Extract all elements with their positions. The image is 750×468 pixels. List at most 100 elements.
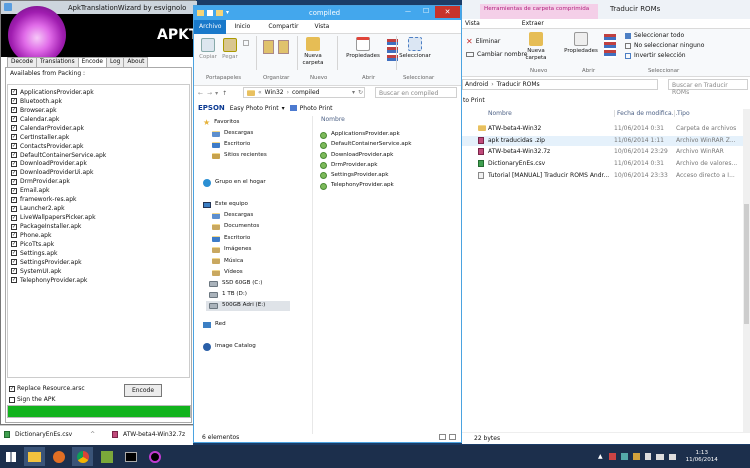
item-checkbox[interactable]: ✓	[11, 178, 17, 185]
list-item[interactable]: ✓ Calendar.apk	[11, 115, 189, 124]
file-row[interactable]: apk traducidas .zip 11/06/2014 1:11 Archiv…	[462, 135, 750, 146]
maximize-button[interactable]: ☐	[423, 7, 429, 15]
file-row[interactable]: ApplicationsProvider.apk	[320, 130, 458, 140]
item-checkbox[interactable]: ✓	[11, 196, 17, 203]
sign-option[interactable]: Sign the APK	[9, 396, 55, 403]
nav-image-catalog[interactable]: Image Catalog	[203, 342, 256, 352]
tab-compartir[interactable]: Compartir	[265, 23, 301, 30]
item-checkbox[interactable]: ✓	[11, 232, 17, 239]
list-item[interactable]: ✓ framework-res.apk	[11, 195, 189, 204]
sign-checkbox[interactable]	[9, 396, 15, 403]
file-row[interactable]: DictionaryEnEs.csv 11/06/2014 0:31 Archivo…	[462, 159, 750, 169]
quick-access-toolbar[interactable]: ▾	[197, 9, 229, 16]
file-row[interactable]: SettingsProvider.apk	[320, 171, 458, 181]
encode-button[interactable]: Encode	[124, 384, 162, 397]
chevron-down-icon[interactable]: ▾	[282, 105, 285, 112]
item-checkbox[interactable]: ✓	[11, 241, 17, 248]
nav-item-sitios-recientes[interactable]: Sitios recientes	[212, 151, 267, 161]
item-checkbox[interactable]: ✓	[11, 259, 17, 266]
address-bar[interactable]: « Win32 › compiled ▾ ↻	[243, 87, 365, 98]
nav-item-escritorio[interactable]: Escritorio	[212, 234, 250, 244]
list-item[interactable]: ✓ DrmProvider.apk	[11, 177, 189, 186]
item-checkbox[interactable]: ✓	[11, 143, 17, 150]
tray-arrow-icon[interactable]: ▲	[598, 453, 603, 460]
list-item[interactable]: ✓ TelephonyProvider.apk	[11, 276, 189, 285]
taskbar-android[interactable]	[96, 447, 117, 466]
file-row[interactable]: DownloadProvider.apk	[320, 150, 458, 160]
new-folder-button[interactable]: Nueva carpeta	[301, 37, 325, 67]
easy-photo-print-button[interactable]: Easy Photo Print	[230, 105, 279, 112]
item-checkbox[interactable]: ✓	[11, 187, 17, 194]
chevron-down-icon[interactable]: ▾	[352, 89, 355, 96]
chevron-up-icon[interactable]: ^	[90, 431, 95, 438]
tray-app-icon[interactable]	[608, 453, 616, 460]
list-item[interactable]: ✓ LiveWallpapersPicker.apk	[11, 213, 189, 222]
select-button[interactable]: Seleccionar	[399, 37, 431, 60]
item-checkbox[interactable]: ✓	[11, 98, 17, 105]
move-to-icon[interactable]	[263, 40, 274, 54]
col-name[interactable]: Nombre	[488, 110, 512, 117]
taskbar-chrome[interactable]	[72, 447, 93, 466]
item-checkbox[interactable]: ✓	[11, 125, 17, 132]
list-item[interactable]: ✓ SettingsProvider.apk	[11, 258, 189, 267]
nav-item-msica[interactable]: Música	[212, 257, 243, 267]
nav-drive[interactable]: 1 TB (D:)	[209, 290, 247, 300]
chevron-down-icon[interactable]: ▾	[215, 90, 218, 97]
tab-vista[interactable]: Vista	[462, 20, 483, 27]
nav-item-documentos[interactable]: Documentos	[212, 222, 259, 232]
download-item[interactable]: ATW-beta4-Win32.7z	[112, 431, 185, 438]
item-checkbox[interactable]: ✓	[11, 134, 17, 141]
search-input[interactable]: Buscar en Traducir ROMs	[668, 79, 748, 96]
scrollbar-thumb[interactable]	[744, 204, 749, 324]
col-name[interactable]: Nombre	[321, 116, 345, 123]
item-checkbox[interactable]: ✓	[11, 107, 17, 114]
tab-archivo[interactable]: Archivo	[194, 19, 227, 34]
taskbar-explorer[interactable]	[24, 447, 45, 466]
nav-homegroup[interactable]: Grupo en el hogar	[203, 178, 266, 188]
col-type[interactable]: Tipo	[674, 110, 690, 117]
list-item[interactable]: ✓ Email.apk	[11, 186, 189, 195]
tab-vista[interactable]: Vista	[311, 23, 332, 30]
refresh-icon[interactable]: ↻	[358, 89, 363, 96]
item-checkbox[interactable]: ✓	[11, 152, 17, 159]
list-item[interactable]: ✓ Browser.apk	[11, 106, 189, 115]
tab-log[interactable]: Log	[105, 57, 125, 67]
item-checkbox[interactable]: ✓	[11, 214, 17, 221]
nav-item-descargas[interactable]: Descargas	[212, 211, 253, 221]
back-icon[interactable]: ←	[198, 90, 203, 97]
nav-drive[interactable]: SSD 60GB (C:)	[209, 279, 262, 289]
list-item[interactable]: ✓ ContactsProvider.apk	[11, 142, 189, 151]
nav-item-vdeos[interactable]: Vídeos	[212, 268, 243, 278]
volume-icon[interactable]	[668, 453, 676, 460]
list-item[interactable]: ✓ CalendarProvider.apk	[11, 124, 189, 133]
up-icon[interactable]: ↑	[222, 90, 227, 97]
new-folder-button[interactable]: Nueva carpeta	[524, 32, 548, 62]
tab-decode[interactable]: Decode	[7, 57, 38, 67]
item-checkbox[interactable]: ✓	[11, 116, 17, 123]
tray-app-icon[interactable]	[620, 453, 628, 460]
tab-about[interactable]: About	[123, 57, 149, 67]
breadcrumb-win32[interactable]: Win32	[265, 89, 284, 96]
select-none-button[interactable]: No seleccionar ninguno	[625, 42, 704, 49]
large-icons-view-icon[interactable]	[449, 434, 456, 440]
list-item[interactable]: ✓ DefaultContainerService.apk	[11, 151, 189, 160]
list-item[interactable]: ✓ Phone.apk	[11, 231, 189, 240]
nav-this-pc[interactable]: Este equipo	[203, 200, 248, 210]
search-input[interactable]: Buscar en compiled	[375, 87, 457, 98]
item-checkbox[interactable]: ✓	[11, 205, 17, 212]
list-item[interactable]: ✓ ApplicationsProvider.apk	[11, 88, 189, 97]
network-icon[interactable]	[655, 453, 664, 460]
minimize-button[interactable]: —	[405, 8, 411, 15]
item-checkbox[interactable]: ✓	[11, 250, 17, 257]
list-item[interactable]: ✓ SystemUI.apk	[11, 267, 189, 276]
file-row[interactable]: ATW-beta4-Win32.7z 10/06/2014 23:29 Archiv…	[462, 147, 750, 157]
breadcrumb-compiled[interactable]: compiled	[292, 89, 319, 96]
list-item[interactable]: ✓ DownloadProviderUi.apk	[11, 168, 189, 177]
tab-extraer[interactable]: Extraer	[519, 20, 547, 27]
copy-to-icon[interactable]	[278, 40, 289, 54]
list-item[interactable]: ✓ PicoTts.apk	[11, 240, 189, 249]
item-checkbox[interactable]: ✓	[11, 169, 17, 176]
scrollbar[interactable]	[743, 109, 750, 432]
delete-button[interactable]: ✕ Eliminar	[466, 37, 500, 46]
file-row[interactable]: ATW-beta4-Win32 11/06/2014 0:31 Carpeta de…	[462, 124, 750, 134]
